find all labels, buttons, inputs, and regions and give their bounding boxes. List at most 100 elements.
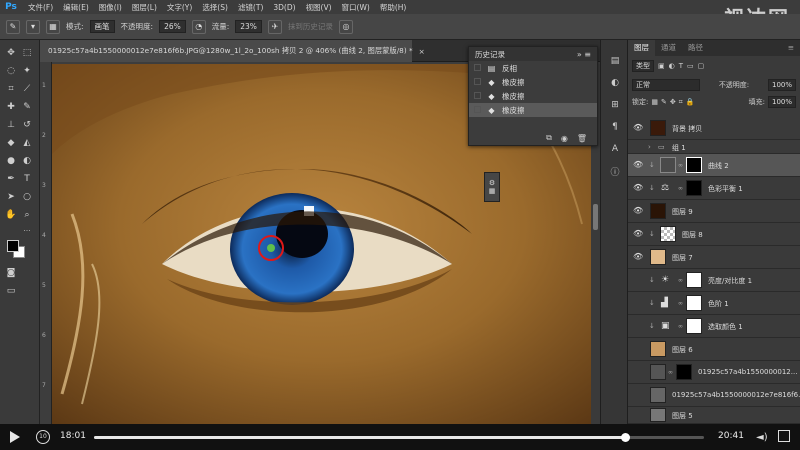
layer-row[interactable]: 👁 图层 9 (628, 200, 800, 223)
eraser-tool-preset-icon[interactable]: ✎ (6, 19, 20, 34)
hand-tool-icon[interactable]: ✋ (4, 208, 18, 222)
menu-window[interactable]: 窗口(W) (337, 2, 375, 13)
document-tab[interactable]: 01925c57a4b1550000012e7e816f6b.JPG@1280w… (40, 40, 425, 62)
lock-artboard-icon[interactable]: ⌗ (679, 98, 683, 107)
menu-select[interactable]: 选择(S) (197, 2, 233, 13)
pressure-opacity-icon[interactable]: ◔ (191, 19, 206, 34)
lock-image-icon[interactable]: ✎ (661, 98, 667, 106)
info-panel-icon[interactable]: ⓘ (608, 164, 622, 178)
layer-row[interactable]: 👁 图层 7 (628, 246, 800, 269)
progress-track[interactable] (94, 433, 704, 442)
menu-file[interactable]: 文件(F) (23, 2, 58, 13)
history-brush-tool-icon[interactable]: ↺ (20, 118, 34, 132)
history-panel-icon[interactable]: ▤ (608, 54, 622, 68)
brush-preset-picker-icon[interactable]: ▾ (26, 19, 40, 34)
history-source-checkbox[interactable] (474, 92, 481, 99)
menu-type[interactable]: 文字(Y) (162, 2, 197, 13)
pen-tool-icon[interactable]: ✒ (4, 172, 18, 186)
menu-layer[interactable]: 图层(L) (127, 2, 162, 13)
panel-menu-icon[interactable]: ≡ (782, 40, 800, 56)
layer-row[interactable]: ↓ ▟ ∞ 色阶 1 (628, 292, 800, 315)
adjustments-panel-icon[interactable]: ⊞ (608, 98, 622, 112)
play-button[interactable] (10, 431, 20, 443)
history-item-selected[interactable]: ◆ 橡皮擦 (469, 103, 597, 117)
paragraph-panel-icon[interactable]: ¶ (608, 120, 622, 134)
layer-filter-select[interactable]: 类型 (632, 60, 654, 72)
layer-row[interactable]: 01925c57a4b1550000012e7e816f6... (628, 384, 800, 407)
replay-icon[interactable]: 10 (36, 430, 50, 444)
layer-mask-thumbnail[interactable] (676, 364, 692, 380)
brush-settings-icon[interactable]: ▦ (46, 19, 60, 34)
panel-menu-icon[interactable]: » ≡ (577, 50, 591, 59)
layer-row[interactable]: ↓ ▣ ∞ 选取颜色 1 (628, 315, 800, 338)
filter-smart-object-icon[interactable]: ▢ (698, 62, 705, 70)
more-tools-icon[interactable]: … (22, 224, 32, 234)
scrollbar-thumb[interactable] (593, 204, 598, 230)
marquee-tool-icon[interactable]: ⬚ (20, 46, 34, 60)
foreground-color-swatch[interactable] (7, 240, 19, 252)
eraser-tool-icon[interactable]: ◆ (4, 136, 18, 150)
lasso-tool-icon[interactable]: ◌ (4, 64, 18, 78)
crop-tool-icon[interactable]: ⌗ (4, 82, 18, 96)
visibility-eye-icon[interactable]: 👁 (633, 207, 643, 215)
visibility-eye-icon[interactable]: 👁 (633, 184, 643, 192)
menu-edit[interactable]: 编辑(E) (58, 2, 94, 13)
history-item[interactable]: ◆ 橡皮擦 (469, 75, 597, 89)
layer-mask-thumbnail[interactable] (686, 180, 702, 196)
camera-snapshot-icon[interactable]: ◉ (561, 134, 568, 143)
tab-layers[interactable]: 图层 (628, 40, 655, 56)
tab-channels[interactable]: 通道 (655, 40, 682, 56)
color-panel-icon[interactable]: ◐ (608, 76, 622, 90)
lock-all-icon[interactable]: 🔒 (686, 98, 695, 106)
layer-mask-thumbnail[interactable] (686, 295, 702, 311)
ellipse-tool-icon[interactable]: ○ (20, 190, 34, 204)
layer-mask-thumbnail[interactable] (686, 318, 702, 334)
layer-opacity-input[interactable]: 100% (767, 79, 796, 91)
layer-row[interactable]: 👁 背景 拷贝 (628, 117, 800, 140)
menu-3d[interactable]: 3D(D) (268, 3, 300, 12)
healing-brush-tool-icon[interactable]: ✚ (4, 100, 18, 114)
dodge-tool-icon[interactable]: ◐ (20, 154, 34, 168)
screen-mode-icon[interactable]: ▭ (4, 284, 18, 298)
quick-mask-icon[interactable]: ◙ (4, 266, 18, 280)
menu-filter[interactable]: 滤镜(T) (233, 2, 268, 13)
layer-fill-input[interactable]: 100% (767, 96, 796, 108)
lock-position-icon[interactable]: ✥ (670, 98, 676, 106)
filter-adjustment-icon[interactable]: ◐ (669, 62, 675, 70)
group-chevron-icon[interactable]: › (648, 143, 651, 151)
new-document-from-state-icon[interactable]: ⧉ (546, 133, 552, 143)
layer-row-selected[interactable]: 👁 ↓ ∞ 曲线 2 (628, 154, 800, 177)
tab-paths[interactable]: 路径 (682, 40, 709, 56)
blur-tool-icon[interactable]: ● (4, 154, 18, 168)
paint-bucket-tool-icon[interactable]: ◭ (20, 136, 34, 150)
filter-type-icon[interactable]: T (679, 62, 683, 70)
layer-row[interactable]: 👁 ↓ 图层 8 (628, 223, 800, 246)
layer-mask-thumbnail[interactable] (686, 157, 702, 173)
menu-image[interactable]: 图像(I) (94, 2, 127, 13)
zoom-tool-icon[interactable]: ⌕ (20, 208, 34, 222)
blend-mode-select[interactable]: 正常 (632, 79, 700, 91)
trash-icon[interactable]: 🗑 (577, 134, 587, 143)
quick-select-tool-icon[interactable]: ✦ (20, 64, 34, 78)
visibility-eye-icon[interactable]: 👁 (633, 230, 643, 238)
history-source-checkbox[interactable] (474, 106, 481, 113)
brush-tool-icon[interactable]: ✎ (20, 100, 34, 114)
layer-group-row[interactable]: › ▭ 组 1 (628, 140, 800, 154)
pressure-size-icon[interactable]: ◎ (338, 19, 353, 34)
lock-transparency-icon[interactable]: ▦ (651, 98, 658, 106)
layer-mask-thumbnail[interactable] (686, 272, 702, 288)
filter-shape-icon[interactable]: ▭ (687, 62, 694, 70)
collapsed-panel-button[interactable]: ⚙ ▦ (484, 172, 500, 202)
filter-pixel-icon[interactable]: ▣ (658, 62, 665, 70)
layer-row[interactable]: ↓ ☀ ∞ 亮度/对比度 1 (628, 269, 800, 292)
airbrush-icon[interactable]: ✈ (267, 19, 282, 34)
progress-knob[interactable] (620, 433, 630, 442)
history-item[interactable]: ◆ 橡皮擦 (469, 89, 597, 103)
layer-row[interactable]: 图层 5 (628, 407, 800, 424)
history-source-checkbox[interactable] (474, 64, 481, 71)
menu-help[interactable]: 帮助(H) (375, 2, 412, 13)
visibility-eye-icon[interactable]: 👁 (633, 124, 643, 132)
mode-select[interactable]: 画笔 (89, 20, 115, 33)
move-tool-icon[interactable]: ✥ (4, 46, 18, 60)
layer-row[interactable]: ∞ 01925c57a4b1550000012... (628, 361, 800, 384)
